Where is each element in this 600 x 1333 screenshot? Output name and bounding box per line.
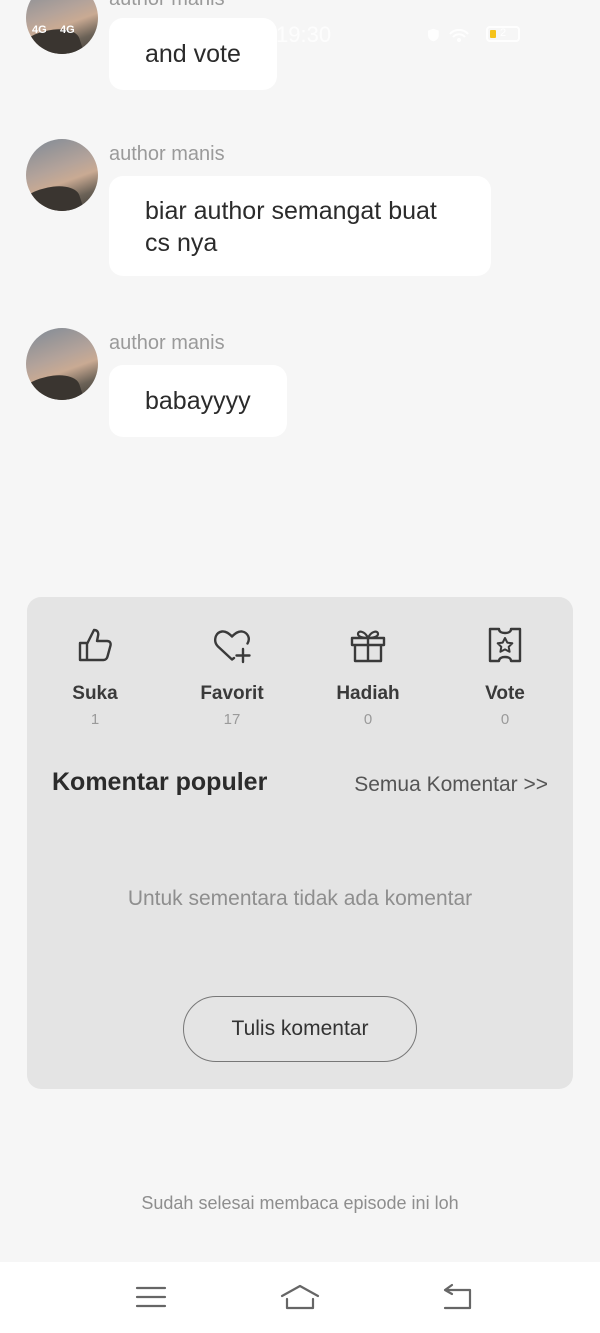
menu-icon[interactable] [131,1282,171,1312]
like-label: Suka [72,683,118,704]
all-comments-link[interactable]: Semua Komentar >> [354,773,548,797]
favorite-label: Favorit [200,683,264,704]
episode-finished-message: Sudah selesai membaca episode ini loh [141,1193,459,1213]
vote-ticket-icon [488,627,522,663]
comment-bubble: and vote [109,18,277,90]
avatar[interactable] [26,328,98,400]
thumbs-up-icon [78,628,112,662]
home-icon[interactable] [280,1282,320,1312]
battery-level: 2 [500,27,507,39]
episode-interaction-panel: Suka 1 Favorit 17 Hadiah 0 Vote 0 Koment… [27,597,573,1089]
comment-bubble: biar author semangat buat cs nya [109,176,491,276]
system-navigation-bar [0,1262,600,1333]
gift-count: 0 [363,711,373,728]
comment-author: author manis [109,143,225,165]
like-button[interactable]: Suka 1 [35,625,155,728]
battery-icon: 2 [486,26,520,42]
vote-button[interactable]: Vote 0 [445,625,565,728]
gift-button[interactable]: Hadiah 0 [308,625,428,728]
gift-icon [350,630,386,663]
vote-count: 0 [500,711,510,728]
heart-plus-icon [214,630,251,664]
vote-label: Vote [485,683,525,704]
no-comments-message: Untuk sementara tidak ada komentar [127,887,473,910]
comment-author: author manis [109,332,225,354]
comment-bubble: babayyyy [109,365,287,437]
avatar[interactable] [26,139,98,211]
favorite-count: 17 [223,711,241,728]
gift-label: Hadiah [336,683,400,704]
comment-author: author manis [109,0,225,11]
wifi-icon [428,28,469,42]
favorite-button[interactable]: Favorit 17 [172,625,292,728]
avatar[interactable] [26,0,98,54]
like-count: 1 [90,711,100,728]
back-icon[interactable] [438,1282,478,1312]
write-comment-button[interactable]: Tulis komentar [183,996,417,1062]
clock: 19:30 [276,22,332,47]
popular-comments-title: Komentar populer [52,768,268,796]
